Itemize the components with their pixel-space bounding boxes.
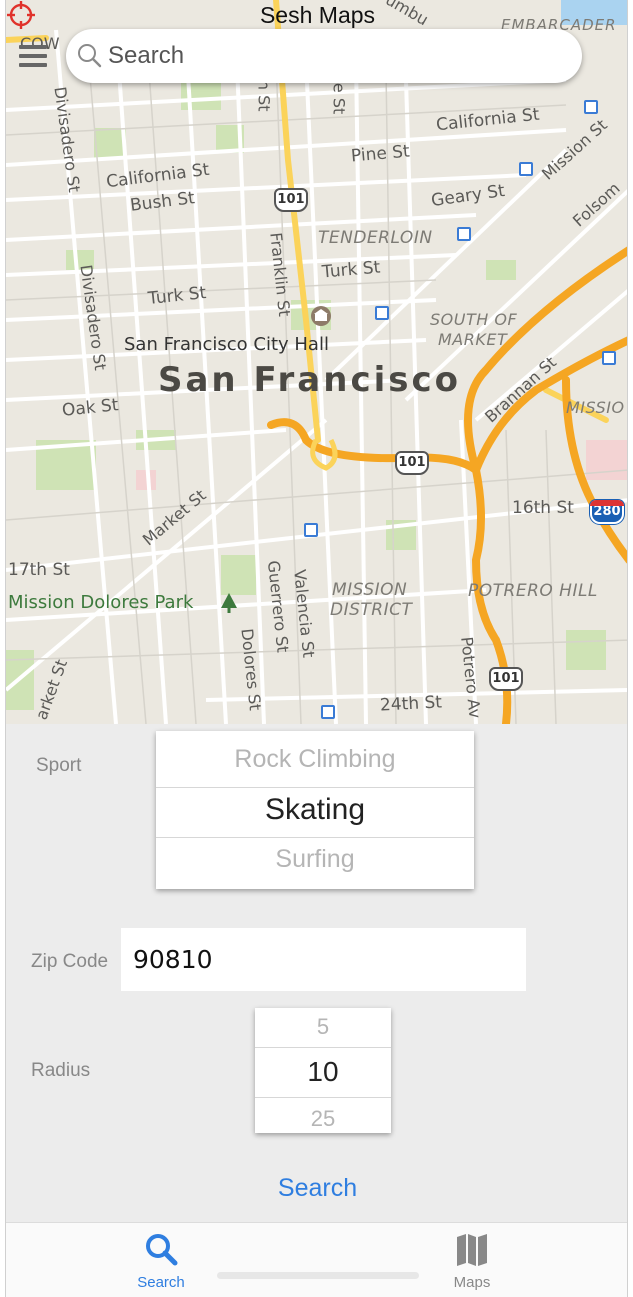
app-frame: COW umbu EMBARCADER in St de St Divisade… <box>5 0 628 1297</box>
sport-option[interactable]: Rock Climbing <box>156 745 474 774</box>
tab-search[interactable]: Search <box>116 1231 206 1291</box>
search-icon <box>78 44 102 68</box>
transit-icon <box>584 100 598 114</box>
map-view[interactable]: COW umbu EMBARCADER in St de St Divisade… <box>6 0 627 724</box>
radius-picker[interactable]: 5 10 25 <box>255 1008 391 1133</box>
picker-divider <box>156 787 474 788</box>
map-icon <box>457 1234 487 1266</box>
transit-icon <box>321 705 335 719</box>
radius-option[interactable]: 25 <box>255 1106 391 1132</box>
transit-icon <box>519 162 533 176</box>
sport-label: Sport <box>36 755 82 776</box>
search-form: Sport Rock Climbing Skating Surfing Zip … <box>6 724 627 1222</box>
park-icon <box>221 593 237 613</box>
radius-option-selected[interactable]: 10 <box>255 1056 391 1088</box>
map-label-south-of: SOUTH OF <box>430 310 518 329</box>
hamburger-menu-icon[interactable] <box>19 45 47 69</box>
map-search-bar[interactable] <box>66 29 582 83</box>
transit-icon <box>375 306 389 320</box>
transit-icon <box>457 227 471 241</box>
tab-search-label: Search <box>137 1274 185 1291</box>
map-label-mission-dolores: Mission Dolores Park <box>8 592 194 613</box>
city-hall-icon <box>311 306 331 326</box>
map-label-potrero-hill: POTRERO HILL <box>468 581 598 601</box>
map-label-mission-bay: MISSIO <box>566 398 625 417</box>
map-label-mission-district-1: MISSION <box>332 580 408 600</box>
map-label-tenderloin: TENDERLOIN <box>318 228 433 248</box>
search-button[interactable]: Search <box>6 1174 627 1203</box>
us101-shield: 101 <box>489 667 523 691</box>
tab-maps-label: Maps <box>453 1274 491 1291</box>
map-label-market: MARKET <box>438 330 508 349</box>
search-icon <box>146 1234 178 1266</box>
zip-code-input[interactable] <box>121 928 526 991</box>
app-title: Sesh Maps <box>259 2 376 28</box>
radius-option[interactable]: 5 <box>255 1014 391 1040</box>
us101-shield: 101 <box>274 188 308 212</box>
picker-divider <box>255 1047 391 1048</box>
sport-picker[interactable]: Rock Climbing Skating Surfing <box>156 731 474 889</box>
search-input[interactable] <box>108 39 568 73</box>
picker-divider <box>255 1097 391 1098</box>
map-label-mission-district-2: DISTRICT <box>330 600 413 620</box>
transit-icon <box>304 523 318 537</box>
sport-option[interactable]: Surfing <box>156 845 474 874</box>
radius-label: Radius <box>31 1060 91 1081</box>
map-label-san-francisco: San Francisco <box>158 360 461 400</box>
map-label-16th: 16th St <box>512 498 574 518</box>
locate-me-icon[interactable] <box>6 0 36 30</box>
sport-option-selected[interactable]: Skating <box>156 793 474 827</box>
map-label-24th: 24th St <box>379 692 443 716</box>
tab-maps[interactable]: Maps <box>427 1231 517 1291</box>
transit-icon <box>602 351 616 365</box>
map-label-17th: 17th St <box>8 560 70 580</box>
tab-bar: Search Maps <box>6 1222 627 1297</box>
map-label-city-hall: San Francisco City Hall <box>124 334 329 355</box>
zip-code-label: Zip Code <box>31 951 109 972</box>
home-indicator <box>217 1272 419 1279</box>
i280-shield: 280 <box>590 500 624 524</box>
picker-divider <box>156 837 474 838</box>
us101-shield: 101 <box>395 451 429 475</box>
